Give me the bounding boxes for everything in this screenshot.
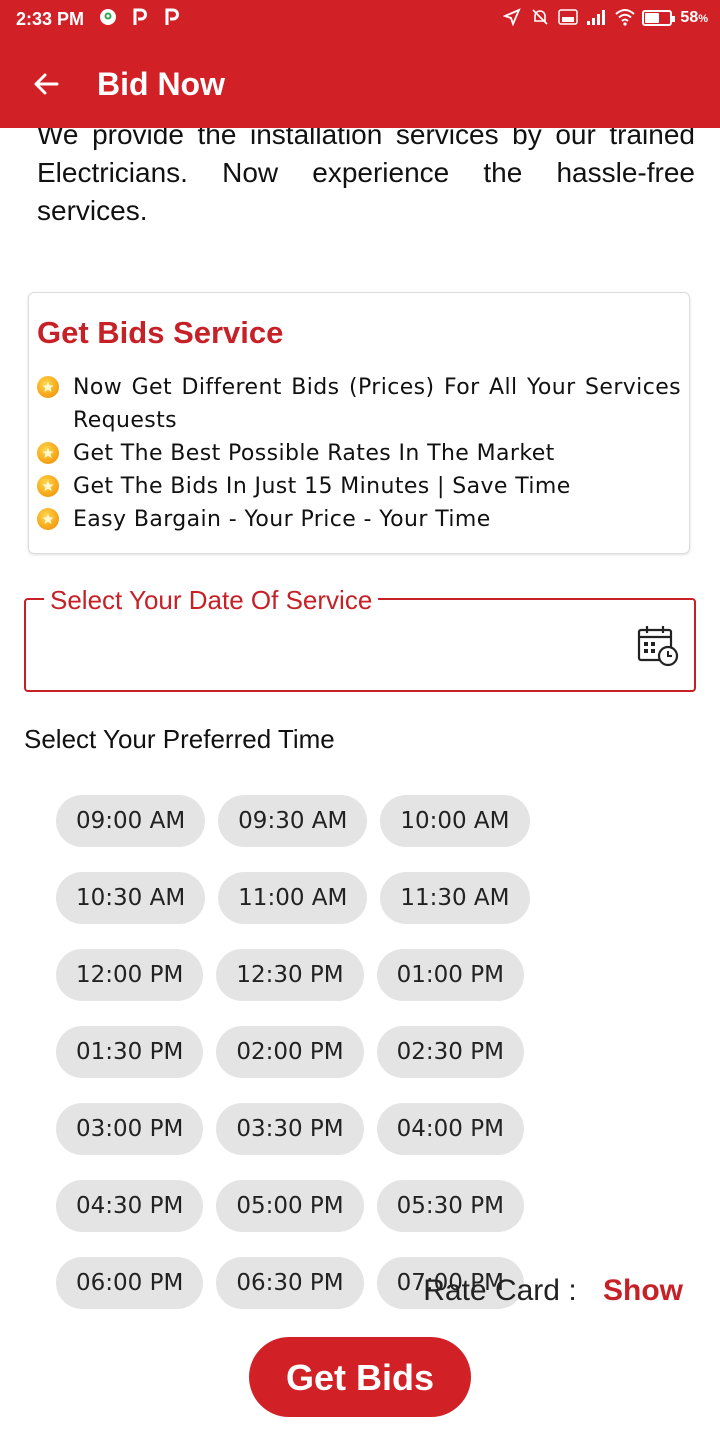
time-slot-chip[interactable]: 12:30 PM <box>216 949 364 1001</box>
star-coin-icon <box>37 442 59 464</box>
list-item: Get The Best Possible Rates In The Marke… <box>37 437 681 470</box>
date-field-label: Select Your Date Of Service <box>44 586 379 614</box>
location-arrow-icon <box>502 8 522 28</box>
back-button[interactable] <box>20 58 72 110</box>
time-slot-chip[interactable]: 06:30 PM <box>216 1257 364 1309</box>
p-icon <box>162 8 182 28</box>
time-slot-chip[interactable]: 01:30 PM <box>56 1026 204 1078</box>
card-title: Get Bids Service <box>37 315 284 350</box>
benefit-text: Get The Best Possible Rates In The Marke… <box>73 441 555 466</box>
time-slot-chip[interactable]: 11:00 AM <box>218 872 368 924</box>
page-title: Bid Now <box>97 66 225 102</box>
status-bar: 2:33 PM 58% <box>0 0 720 40</box>
benefit-text: Easy Bargain - Your Price - Your Time <box>73 507 491 532</box>
battery-percent: 58% <box>680 9 708 26</box>
benefits-list: Now Get Different Bids (Prices) For All … <box>37 371 681 536</box>
time-slot-chip[interactable]: 01:00 PM <box>376 949 524 1001</box>
time-section-heading: Select Your Preferred Time <box>24 724 335 754</box>
app-bar: Bid Now <box>0 40 720 128</box>
rate-card-label: Rate Card : <box>423 1274 577 1307</box>
time-slot-chip[interactable]: 09:00 AM <box>56 795 206 847</box>
time-slot-chip[interactable]: 12:00 PM <box>56 949 204 1001</box>
calendar-clock-icon[interactable] <box>636 624 680 668</box>
time-slot-chip[interactable]: 03:00 PM <box>56 1103 204 1155</box>
list-item: Easy Bargain - Your Price - Your Time <box>37 503 681 536</box>
time-slot-chip[interactable]: 10:00 AM <box>380 795 530 847</box>
time-slot-chip[interactable]: 03:30 PM <box>216 1103 364 1155</box>
benefit-text: Get The Bids In Just 15 Minutes | Save T… <box>73 474 571 499</box>
status-notification-icons <box>98 8 182 28</box>
benefit-text: Now Get Different Bids (Prices) For All … <box>73 375 681 433</box>
time-slot-chip[interactable]: 02:00 PM <box>216 1026 364 1078</box>
maps-pin-icon <box>98 8 118 28</box>
list-item: Get The Bids In Just 15 Minutes | Save T… <box>37 470 681 503</box>
mute-bell-icon <box>530 8 550 28</box>
star-coin-icon <box>37 508 59 530</box>
p-icon <box>130 8 150 28</box>
status-system-icons: 58% <box>502 8 708 28</box>
volte-icon <box>558 8 579 28</box>
time-slot-chip[interactable]: 05:30 PM <box>376 1180 524 1232</box>
time-slot-chip[interactable]: 11:30 AM <box>380 872 530 924</box>
wifi-icon <box>614 8 636 28</box>
battery-level-fill <box>645 13 660 23</box>
list-item: Now Get Different Bids (Prices) For All … <box>37 371 681 437</box>
time-slot-chip[interactable]: 10:30 AM <box>56 872 206 924</box>
signal-icon <box>586 8 606 28</box>
star-coin-icon <box>37 475 59 497</box>
intro-text: We provide the installation services by … <box>37 128 695 226</box>
battery-icon <box>642 10 676 26</box>
time-slot-grid: 09:00 AM 09:30 AM 10:00 AM 10:30 AM 11:00 AM… <box>56 795 676 1309</box>
time-slot-chip[interactable]: 05:00 PM <box>216 1180 364 1232</box>
time-slot-chip[interactable]: 04:30 PM <box>56 1180 204 1232</box>
rate-card-show-link[interactable]: Show <box>603 1274 683 1307</box>
get-bids-info-card: Get Bids Service Now Get Different Bids … <box>28 292 690 554</box>
service-date-field[interactable]: Select Your Date Of Service <box>24 586 696 692</box>
scroll-content[interactable]: We provide the installation services by … <box>0 128 720 1440</box>
status-time: 2:33 PM <box>16 9 85 29</box>
star-coin-icon <box>37 376 59 398</box>
time-slot-chip[interactable]: 06:00 PM <box>56 1257 204 1309</box>
time-slot-chip[interactable]: 02:30 PM <box>376 1026 524 1078</box>
time-slot-chip[interactable]: 04:00 PM <box>376 1103 524 1155</box>
get-bids-button[interactable]: Get Bids <box>249 1337 471 1417</box>
time-slot-chip[interactable]: 09:30 AM <box>218 795 368 847</box>
rate-card-row: Rate Card : Show <box>423 1274 683 1308</box>
arrow-left-icon <box>34 73 59 95</box>
